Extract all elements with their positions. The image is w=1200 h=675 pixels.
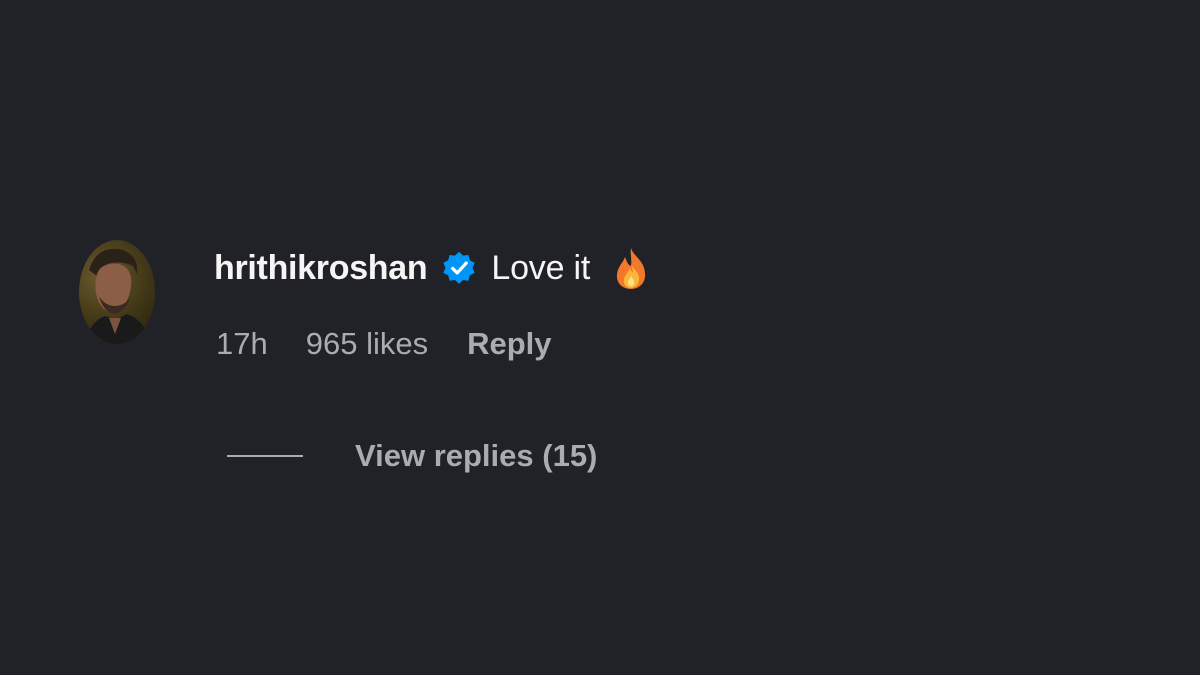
view-replies[interactable]: View replies (15) xyxy=(227,438,597,474)
comment-timestamp[interactable]: 17h xyxy=(216,326,268,362)
comment-body: hrithikroshan Love it 17h 965 likes Repl… xyxy=(214,246,650,362)
comment-meta: 17h 965 likes Reply xyxy=(214,326,650,362)
replies-divider xyxy=(227,455,303,457)
comment-text: Love it xyxy=(491,248,591,287)
avatar[interactable] xyxy=(79,240,155,344)
comment-item: hrithikroshan Love it 17h 965 likes Repl… xyxy=(79,240,979,500)
reply-button[interactable]: Reply xyxy=(467,326,551,362)
avatar-image xyxy=(85,248,151,344)
comment-line: hrithikroshan Love it xyxy=(214,246,650,290)
fire-emoji-icon xyxy=(612,246,650,290)
view-replies-button[interactable]: View replies (15) xyxy=(355,438,597,474)
likes-count[interactable]: 965 likes xyxy=(306,326,428,362)
verified-badge-icon xyxy=(441,250,477,286)
username-link[interactable]: hrithikroshan xyxy=(214,249,428,288)
